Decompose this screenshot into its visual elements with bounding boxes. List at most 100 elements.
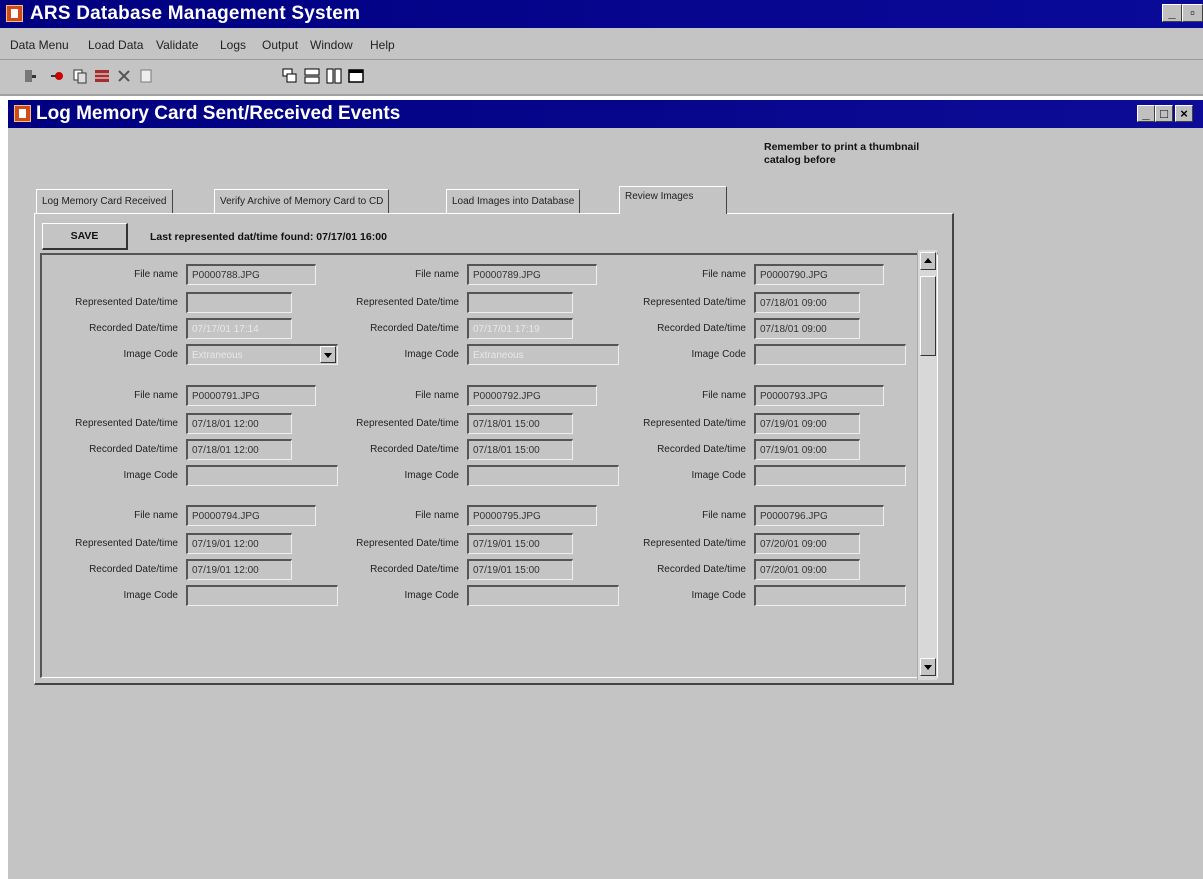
restore-icon[interactable]: ▫ — [1182, 4, 1203, 22]
menu-load-data[interactable]: Load Data — [88, 38, 143, 52]
grid-icon[interactable] — [94, 68, 110, 84]
maximize-icon[interactable]: □ — [1155, 105, 1173, 122]
represented-label: Represented Date/time — [75, 297, 178, 308]
image-code-field[interactable] — [467, 585, 619, 606]
menu-output[interactable]: Output — [262, 38, 298, 52]
file-name-label: File name — [134, 510, 178, 521]
represented-label: Represented Date/time — [643, 297, 746, 308]
connect-icon[interactable] — [50, 68, 66, 84]
represented-label: Represented Date/time — [75, 538, 178, 549]
minimize-icon[interactable]: _ — [1162, 4, 1182, 22]
copy-icon[interactable] — [72, 68, 88, 84]
menu-validate[interactable]: Validate — [156, 38, 198, 52]
child-window-title-bar: Log Memory Card Sent/Received Events _ □… — [8, 100, 1203, 128]
represented-field[interactable] — [186, 292, 292, 313]
recorded-label: Recorded Date/time — [657, 564, 746, 575]
image-code-field[interactable] — [754, 585, 906, 606]
child-window-title: Log Memory Card Sent/Received Events — [36, 103, 401, 124]
image-code-label: Image Code — [691, 590, 746, 601]
file-name-label: File name — [415, 390, 459, 401]
toolbar — [0, 60, 1203, 96]
image-code-field[interactable] — [754, 465, 906, 486]
recorded-field[interactable]: 07/18/01 15:00 — [467, 439, 573, 460]
image-code-field[interactable] — [186, 585, 338, 606]
recorded-label: Recorded Date/time — [657, 323, 746, 334]
image-code-label: Image Code — [123, 349, 178, 360]
file-field[interactable]: P0000795.JPG — [467, 505, 597, 526]
window-icon[interactable] — [14, 105, 31, 122]
represented-field[interactable]: 07/18/01 15:00 — [467, 413, 573, 434]
file-field[interactable]: P0000790.JPG — [754, 264, 884, 285]
vertical-scrollbar[interactable] — [917, 250, 937, 680]
recorded-field[interactable]: 07/17/01 17:19 — [467, 318, 573, 339]
represented-label: Represented Date/time — [75, 418, 178, 429]
menu-window[interactable]: Window — [310, 38, 353, 52]
recorded-field[interactable]: 07/19/01 12:00 — [186, 559, 292, 580]
delete-icon[interactable] — [116, 68, 132, 84]
menu-help[interactable]: Help — [370, 38, 395, 52]
recorded-field[interactable]: 07/20/01 09:00 — [754, 559, 860, 580]
file-name-label: File name — [134, 269, 178, 280]
recorded-field[interactable]: 07/18/01 12:00 — [186, 439, 292, 460]
file-field[interactable]: P0000789.JPG — [467, 264, 597, 285]
represented-field[interactable]: 07/19/01 12:00 — [186, 533, 292, 554]
scroll-thumb[interactable] — [920, 276, 936, 356]
image-code-field[interactable]: Extraneous — [186, 344, 338, 365]
minimize-icon[interactable]: _ — [1137, 105, 1155, 122]
represented-label: Represented Date/time — [356, 418, 459, 429]
image-code-label: Image Code — [691, 349, 746, 360]
image-code-field[interactable] — [754, 344, 906, 365]
app-title: ARS Database Management System — [30, 3, 361, 24]
image-code-field[interactable]: Extraneous — [467, 344, 619, 365]
file-name-label: File name — [702, 510, 746, 521]
image-code-label: Image Code — [404, 590, 459, 601]
represented-label: Represented Date/time — [356, 538, 459, 549]
recorded-field[interactable]: 07/19/01 09:00 — [754, 439, 860, 460]
menu-logs[interactable]: Logs — [220, 38, 246, 52]
tile-horizontal-icon[interactable] — [304, 68, 320, 84]
tab-load-images[interactable]: Load Images into Database — [446, 189, 581, 213]
file-field[interactable]: P0000792.JPG — [467, 385, 597, 406]
recorded-field[interactable]: 07/19/01 15:00 — [467, 559, 573, 580]
represented-field[interactable]: 07/18/01 09:00 — [754, 292, 860, 313]
image-code-field[interactable] — [467, 465, 619, 486]
tab-verify-archive[interactable]: Verify Archive of Memory Card to CD — [214, 189, 390, 213]
image-code-field[interactable] — [186, 465, 338, 486]
save-button[interactable]: SAVE — [42, 223, 128, 250]
file-field[interactable]: P0000788.JPG — [186, 264, 316, 285]
tile-vertical-icon[interactable] — [326, 68, 342, 84]
file-name-label: File name — [702, 390, 746, 401]
image-code-label: Image Code — [123, 590, 178, 601]
represented-label: Represented Date/time — [643, 418, 746, 429]
represented-field[interactable]: 07/18/01 12:00 — [186, 413, 292, 434]
image-code-label: Image Code — [404, 349, 459, 360]
menu-data[interactable]: Data Menu — [10, 38, 69, 52]
file-field[interactable]: P0000796.JPG — [754, 505, 884, 526]
represented-field[interactable]: 07/19/01 15:00 — [467, 533, 573, 554]
scroll-down-icon[interactable] — [920, 658, 936, 676]
image-code-label: Image Code — [691, 470, 746, 481]
reminder-text: Remember to print a thumbnail catalog be… — [764, 141, 920, 166]
cascade-icon[interactable] — [282, 68, 298, 84]
window-icon[interactable] — [348, 68, 364, 84]
close-icon[interactable]: × — [1175, 105, 1193, 122]
represented-field[interactable]: 07/20/01 09:00 — [754, 533, 860, 554]
file-name-label: File name — [134, 390, 178, 401]
app-title-bar: ARS Database Management System _ ▫ — [0, 0, 1203, 28]
exit-icon[interactable] — [22, 68, 38, 84]
image-code-label: Image Code — [404, 470, 459, 481]
recorded-label: Recorded Date/time — [89, 564, 178, 575]
recorded-field[interactable]: 07/17/01 17:14 — [186, 318, 292, 339]
represented-field[interactable]: 07/19/01 09:00 — [754, 413, 860, 434]
represented-field[interactable] — [467, 292, 573, 313]
app-icon[interactable] — [6, 5, 23, 22]
recorded-field[interactable]: 07/18/01 09:00 — [754, 318, 860, 339]
image-code-label: Image Code — [123, 470, 178, 481]
file-field[interactable]: P0000794.JPG — [186, 505, 316, 526]
tab-log-memory-card-received[interactable]: Log Memory Card Received — [36, 189, 173, 213]
file-field[interactable]: P0000793.JPG — [754, 385, 884, 406]
tab-review-images[interactable]: Review Images — [619, 186, 727, 214]
file-field[interactable]: P0000791.JPG — [186, 385, 316, 406]
scroll-up-icon[interactable] — [920, 252, 936, 270]
document-icon[interactable] — [138, 68, 154, 84]
